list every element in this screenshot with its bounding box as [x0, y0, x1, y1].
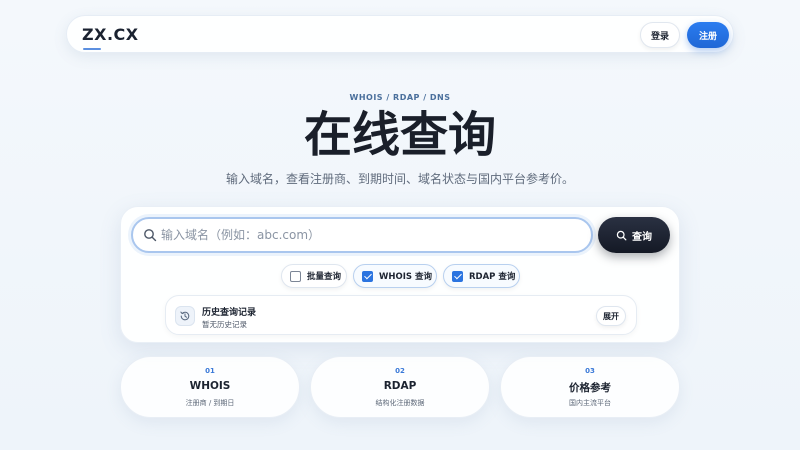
search-input[interactable] [161, 225, 581, 245]
search-button-label: 查询 [632, 231, 652, 243]
checkbox-unchecked[interactable] [290, 270, 301, 282]
login-button[interactable]: 登录 [640, 22, 680, 48]
feature-title: WHOIS [189, 380, 231, 392]
checkbox-checked[interactable] [452, 270, 463, 282]
search-button[interactable]: 查询 [598, 217, 670, 253]
rdap-query-checkbox[interactable]: RDAP 查询 [443, 264, 520, 288]
feature-card-price[interactable]: 03 价格参考 国内主流平台 [500, 356, 680, 418]
hero-subtitle: 输入域名，查看注册商、到期时间、域名状态与国内平台参考价。 [225, 172, 574, 186]
logo-underline [83, 48, 101, 50]
top-navbar: ZX.CX 登录 注册 [66, 15, 734, 53]
feature-card-rdap[interactable]: 02 RDAP 结构化注册数据 [310, 356, 490, 418]
feature-number: 03 [585, 367, 595, 375]
site-logo[interactable]: ZX.CX [82, 25, 139, 44]
feature-title: 价格参考 [569, 382, 611, 394]
rdap-query-label: RDAP 查询 [469, 272, 516, 282]
feature-number: 02 [395, 367, 405, 375]
feature-description: 注册商 / 到期日 [185, 399, 235, 407]
whois-query-checkbox[interactable]: WHOIS 查询 [353, 264, 437, 288]
search-icon [616, 230, 627, 240]
search-card: 查询 批量查询 WHOIS 查询 RDAP 查询 历史查询记录 暂无历史记录 展… [120, 206, 680, 343]
expand-history-button[interactable]: 展开 [596, 306, 626, 326]
checkbox-checked[interactable] [362, 270, 373, 282]
whois-query-label: WHOIS 查询 [379, 272, 432, 282]
feature-title: RDAP [383, 380, 417, 392]
hero-eyebrow: WHOIS / RDAP / DNS [349, 93, 451, 102]
history-title: 历史查询记录 [202, 308, 257, 318]
batch-query-checkbox[interactable]: 批量查询 [281, 264, 347, 288]
page-title: 在线查询 [303, 107, 496, 163]
history-empty-text: 暂无历史记录 [202, 320, 247, 329]
history-icon [175, 306, 195, 326]
feature-description: 结构化注册数据 [375, 399, 425, 407]
feature-number: 01 [205, 367, 215, 375]
batch-query-label: 批量查询 [307, 272, 342, 282]
search-field[interactable] [131, 217, 593, 253]
register-button[interactable]: 注册 [687, 22, 729, 48]
feature-description: 国内主流平台 [569, 399, 611, 407]
history-panel: 历史查询记录 暂无历史记录 展开 [165, 295, 637, 335]
feature-card-whois[interactable]: 01 WHOIS 注册商 / 到期日 [120, 356, 300, 418]
search-icon [144, 229, 157, 242]
